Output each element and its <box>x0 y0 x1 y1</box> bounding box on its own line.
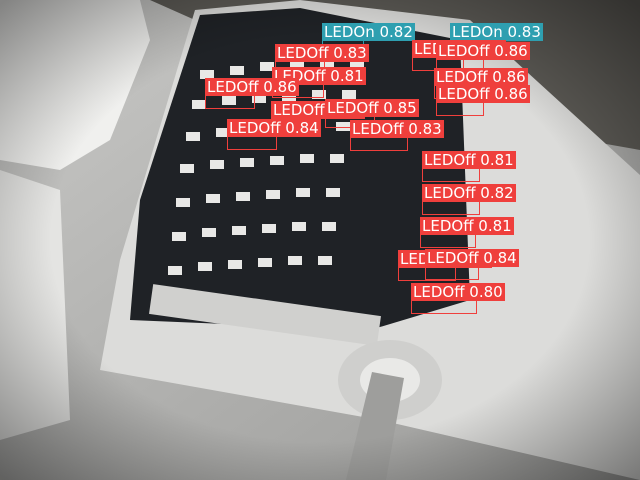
confidence-score: 0.86 <box>489 42 528 60</box>
class-name: LEDOff <box>352 120 404 138</box>
confidence-score: 0.86 <box>489 85 528 103</box>
detection-label: LEDOff 0.84 <box>227 119 321 137</box>
class-name: LEDOff <box>273 101 325 119</box>
class-name: LEDOff <box>277 44 329 62</box>
detection-label: LEDOff 0.86 <box>436 85 530 103</box>
confidence-score: 0.82 <box>475 184 514 202</box>
detection-label: LEDOff 0.86 <box>434 68 528 86</box>
confidence-score: 0.83 <box>328 44 367 62</box>
detection-label: LEDOff 0.80 <box>411 283 505 301</box>
bounding-box: LEDOff 0.84 <box>227 119 321 150</box>
bounding-box: LEDOff 0.83 <box>350 120 444 151</box>
detection-label: LEDOff 0.83 <box>275 44 369 62</box>
confidence-score: 0.81 <box>325 67 364 85</box>
confidence-score: 0.84 <box>280 119 319 137</box>
bounding-box: LEDOff 0.81 <box>420 217 514 248</box>
class-name: LEDOff <box>438 42 490 60</box>
confidence-score: 0.84 <box>478 249 517 267</box>
class-name: LEDOff <box>422 217 474 235</box>
detection-label: LEDOff 0.86 <box>436 42 530 60</box>
confidence-score: 0.86 <box>487 68 526 86</box>
bounding-box: LEDOff 0.81 <box>422 151 516 182</box>
confidence-score: 0.83 <box>502 23 541 41</box>
class-name: LEDOff <box>207 78 259 96</box>
detection-label: LEDOff 0.85 <box>325 99 419 117</box>
detection-label: LEDOn 0.82 <box>322 23 415 41</box>
bounding-box: LEDOff 0.86 <box>436 85 530 116</box>
class-name: LEDOff <box>427 249 479 267</box>
detection-label: LEDOff 0.81 <box>422 151 516 169</box>
class-name: LEDOff <box>424 151 476 169</box>
class-name: LEDOff <box>413 283 465 301</box>
detection-label: LEDOff 0.81 <box>420 217 514 235</box>
class-name: LEDOff <box>438 85 490 103</box>
confidence-score: 0.80 <box>464 283 503 301</box>
confidence-score: 0.81 <box>473 217 512 235</box>
confidence-score: 0.83 <box>403 120 442 138</box>
bounding-box: LEDOff 0.80 <box>411 283 505 314</box>
confidence-score: 0.85 <box>378 99 417 117</box>
confidence-score: 0.82 <box>374 23 413 41</box>
detection-label: LEDOn 0.83 <box>450 23 543 41</box>
bounding-box: LEDOff 0.84 <box>425 249 519 280</box>
detection-label: LEDOff 0.82 <box>422 184 516 202</box>
class-name: LEDOff <box>424 184 476 202</box>
class-name: LEDOff <box>229 119 281 137</box>
detection-label: LEDOff 0.83 <box>350 120 444 138</box>
confidence-score: 0.86 <box>258 78 297 96</box>
class-name: LEDOn <box>324 23 375 41</box>
confidence-score: 0.81 <box>475 151 514 169</box>
detection-label: LEDOff 0.86 <box>205 78 299 96</box>
bounding-box: LEDOff 0.86 <box>205 78 299 109</box>
bounding-box: LEDOff 0.82 <box>422 184 516 215</box>
class-name: LEDOff <box>327 99 379 117</box>
class-name: LEDOn <box>452 23 503 41</box>
class-name: LEDOff <box>436 68 488 86</box>
detection-label: LEDOff 0.84 <box>425 249 519 267</box>
